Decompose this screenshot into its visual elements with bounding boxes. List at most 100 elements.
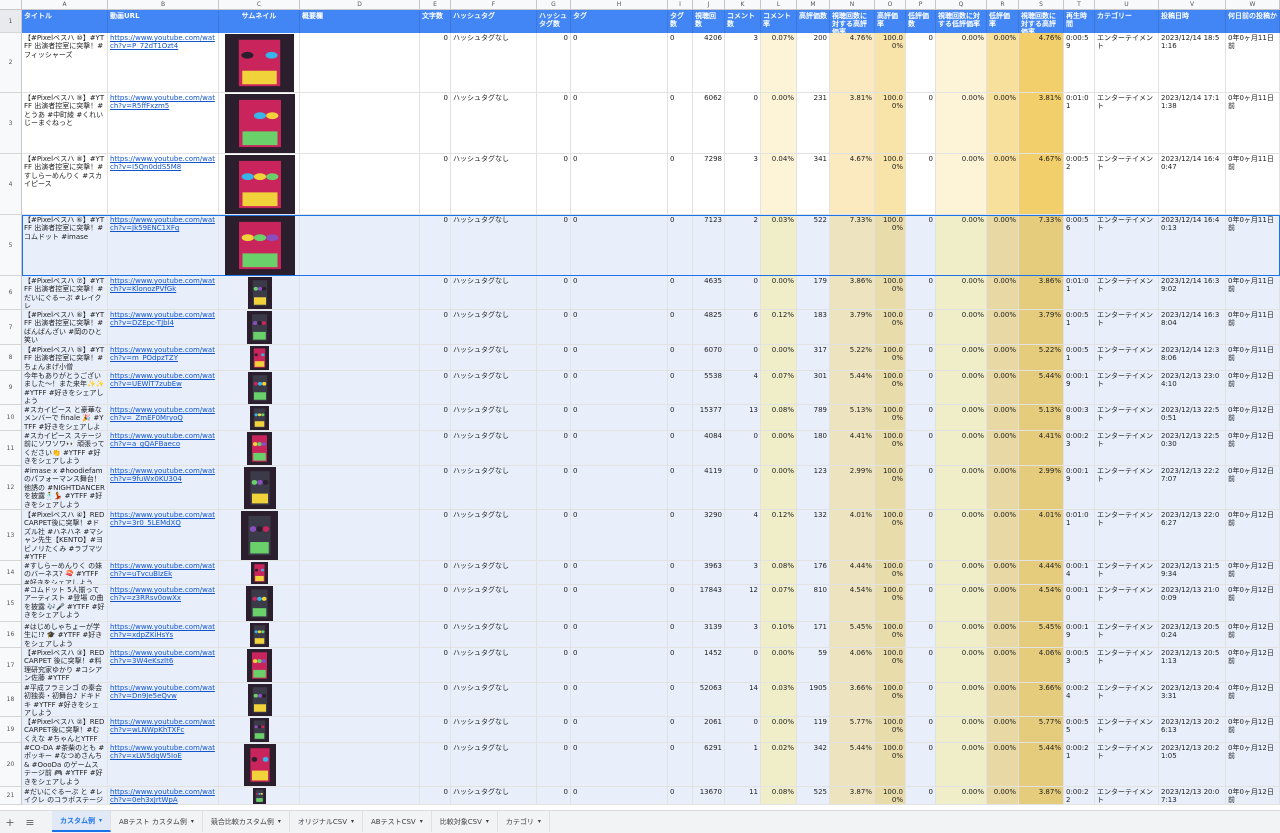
cell-tagcount[interactable]: 0 bbox=[668, 787, 693, 805]
cell-lrate[interactable]: 100.00% bbox=[875, 345, 906, 371]
cell-desc[interactable] bbox=[300, 585, 420, 622]
cell-desc[interactable] bbox=[300, 276, 420, 310]
cell-dislikes[interactable]: 0 bbox=[906, 371, 936, 405]
cell-drate[interactable]: 0.00% bbox=[987, 345, 1019, 371]
cell-dislikes[interactable]: 0 bbox=[906, 585, 936, 622]
cell-desc[interactable] bbox=[300, 215, 420, 276]
cell-thumb[interactable] bbox=[219, 585, 300, 622]
cell-drate[interactable]: 0.00% bbox=[987, 622, 1019, 648]
column-header-cell[interactable]: 概要欄 bbox=[300, 10, 420, 33]
cell-crate[interactable]: 0.07% bbox=[761, 585, 797, 622]
cell-lvrate2[interactable]: 3.66% bbox=[1019, 683, 1064, 717]
cell-lvrate[interactable]: 3.79% bbox=[830, 310, 875, 345]
cell-category[interactable]: エンターテイメント bbox=[1095, 622, 1159, 648]
cell-drate[interactable]: 0.00% bbox=[987, 683, 1019, 717]
cell-lrate[interactable]: 100.00% bbox=[875, 431, 906, 466]
cell-title[interactable]: 今年もありがとうございました〜！また来年✨✨ #YTFF #好きをシェアしよう bbox=[22, 371, 108, 405]
cell-hashtag[interactable]: ハッシュタグなし bbox=[451, 717, 537, 743]
cell-category[interactable]: エンターテイメント bbox=[1095, 510, 1159, 561]
cell-tagcount[interactable]: 0 bbox=[668, 585, 693, 622]
cell-tag[interactable]: 0 bbox=[571, 345, 668, 371]
cell-title[interactable]: #だいにぐるーぷ と #レイクレ のコラボステージ前 bbox=[22, 787, 108, 805]
cell-ago[interactable]: 0年0ヶ月11日前 bbox=[1226, 215, 1280, 276]
cell-comments[interactable]: 4 bbox=[725, 371, 761, 405]
cell-views[interactable]: 17843 bbox=[693, 585, 725, 622]
select-all-corner[interactable] bbox=[0, 0, 22, 10]
cell-hashtag[interactable]: ハッシュタグなし bbox=[451, 743, 537, 787]
cell-htcount[interactable]: 0 bbox=[537, 683, 571, 717]
cell-comments[interactable]: 0 bbox=[725, 717, 761, 743]
cell-hashtag[interactable]: ハッシュタグなし bbox=[451, 585, 537, 622]
column-header-cell[interactable]: 動画URL bbox=[108, 10, 219, 33]
row-number[interactable]: 6 bbox=[0, 276, 22, 310]
cell-chars[interactable]: 0 bbox=[420, 648, 451, 683]
column-header-cell[interactable]: 低評価率 bbox=[987, 10, 1019, 33]
cell-thumb[interactable] bbox=[219, 431, 300, 466]
cell-thumb[interactable] bbox=[219, 345, 300, 371]
cell-htcount[interactable]: 0 bbox=[537, 276, 571, 310]
cell-drate[interactable]: 0.00% bbox=[987, 585, 1019, 622]
cell-duration[interactable]: 0:00:14 bbox=[1064, 561, 1095, 585]
cell-chars[interactable]: 0 bbox=[420, 561, 451, 585]
cell-comments[interactable]: 3 bbox=[725, 154, 761, 215]
cell-dvrate[interactable]: 0.00% bbox=[936, 93, 987, 154]
cell-comments[interactable]: 14 bbox=[725, 683, 761, 717]
cell-duration[interactable]: 0:00:51 bbox=[1064, 345, 1095, 371]
cell-lvrate[interactable]: 5.13% bbox=[830, 405, 875, 431]
cell-duration[interactable]: 0:00:56 bbox=[1064, 215, 1095, 276]
cell-likes[interactable]: 342 bbox=[797, 743, 830, 787]
cell-thumb[interactable] bbox=[219, 276, 300, 310]
cell-thumb[interactable] bbox=[219, 622, 300, 648]
cell-hashtag[interactable]: ハッシュタグなし bbox=[451, 510, 537, 561]
cell-thumb[interactable] bbox=[219, 215, 300, 276]
cell-lrate[interactable]: 100.00% bbox=[875, 93, 906, 154]
cell-tagcount[interactable]: 0 bbox=[668, 215, 693, 276]
cell-crate[interactable]: 0.00% bbox=[761, 93, 797, 154]
row-number[interactable]: 17 bbox=[0, 648, 22, 683]
cell-lvrate[interactable]: 5.77% bbox=[830, 717, 875, 743]
cell-desc[interactable] bbox=[300, 787, 420, 805]
column-header-cell[interactable]: サムネイル bbox=[219, 10, 300, 33]
cell-posted[interactable]: 2023/12/14 17:11:38 bbox=[1159, 93, 1226, 154]
cell-lvrate2[interactable]: 4.06% bbox=[1019, 648, 1064, 683]
cell-tagcount[interactable]: 0 bbox=[668, 371, 693, 405]
cell-views[interactable]: 4119 bbox=[693, 466, 725, 510]
cell-views[interactable]: 3139 bbox=[693, 622, 725, 648]
cell-tagcount[interactable]: 0 bbox=[668, 310, 693, 345]
cell-likes[interactable]: 301 bbox=[797, 371, 830, 405]
cell-likes[interactable]: 525 bbox=[797, 787, 830, 805]
chevron-down-icon[interactable]: ▾ bbox=[420, 818, 423, 825]
column-header-letter[interactable]: E bbox=[420, 0, 451, 10]
cell-duration[interactable]: 0:00:53 bbox=[1064, 648, 1095, 683]
cell-thumb[interactable] bbox=[219, 371, 300, 405]
row-number[interactable]: 12 bbox=[0, 466, 22, 510]
cell-htcount[interactable]: 0 bbox=[537, 310, 571, 345]
cell-category[interactable]: エンターテイメント bbox=[1095, 561, 1159, 585]
cell-url[interactable]: https://www.youtube.com/watch?v=z3RRsv0o… bbox=[108, 585, 219, 622]
cell-tagcount[interactable]: 0 bbox=[668, 405, 693, 431]
cell-ago[interactable]: 0年0ヶ月12日前 bbox=[1226, 561, 1280, 585]
cell-lrate[interactable]: 100.00% bbox=[875, 648, 906, 683]
cell-hashtag[interactable]: ハッシュタグなし bbox=[451, 683, 537, 717]
cell-tag[interactable]: 0 bbox=[571, 648, 668, 683]
column-header-letter[interactable]: D bbox=[300, 0, 420, 10]
column-header-letter[interactable]: H bbox=[571, 0, 668, 10]
cell-ago[interactable]: 0年0ヶ月11日前 bbox=[1226, 276, 1280, 310]
cell-ago[interactable]: 0年0ヶ月11日前 bbox=[1226, 33, 1280, 93]
cell-duration[interactable]: 0:00:21 bbox=[1064, 743, 1095, 787]
cell-chars[interactable]: 0 bbox=[420, 431, 451, 466]
cell-text-url[interactable]: https://www.youtube.com/watch?v=a_gQAFBa… bbox=[110, 432, 215, 448]
cell-title[interactable]: #CO-DA #茶柴のとも #ポッキー #なつめさんち & #OooDa のゲー… bbox=[22, 743, 108, 787]
cell-category[interactable]: エンターテイメント bbox=[1095, 466, 1159, 510]
column-header-cell[interactable]: 視聴回数 bbox=[693, 10, 725, 33]
cell-posted[interactable]: 2023/12/14 16:40:47 bbox=[1159, 154, 1226, 215]
cell-chars[interactable]: 0 bbox=[420, 405, 451, 431]
cell-desc[interactable] bbox=[300, 561, 420, 585]
cell-tagcount[interactable]: 0 bbox=[668, 93, 693, 154]
cell-hashtag[interactable]: ハッシュタグなし bbox=[451, 310, 537, 345]
chevron-down-icon[interactable]: ▾ bbox=[486, 818, 489, 825]
cell-url[interactable]: https://www.youtube.com/watch?v=KlonozPV… bbox=[108, 276, 219, 310]
cell-dislikes[interactable]: 0 bbox=[906, 431, 936, 466]
row-number[interactable]: 9 bbox=[0, 371, 22, 405]
cell-thumb[interactable] bbox=[219, 405, 300, 431]
